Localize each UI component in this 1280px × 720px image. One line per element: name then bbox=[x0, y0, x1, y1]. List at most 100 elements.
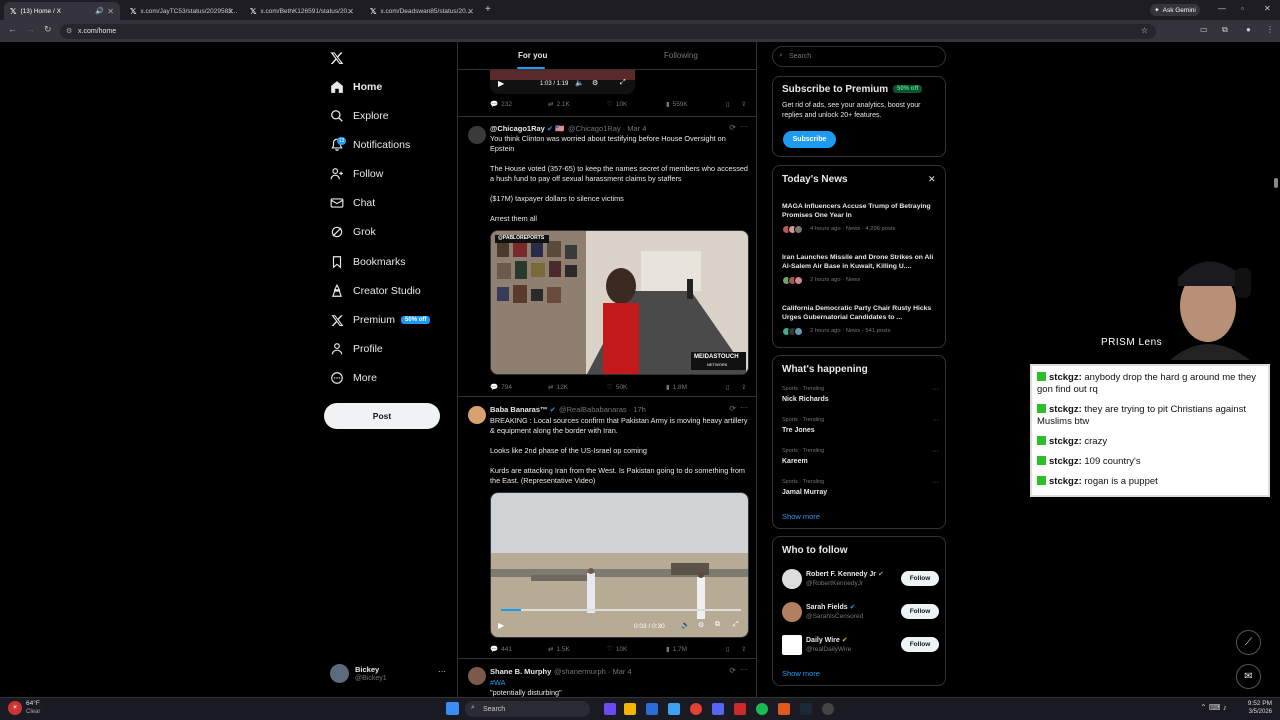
app-icon[interactable] bbox=[778, 703, 790, 715]
like-button[interactable]: ♡ 10K bbox=[607, 100, 627, 109]
subscribe-button[interactable]: Subscribe bbox=[783, 131, 836, 148]
follow-suggestion[interactable]: Daily Wire ✔ @realDailyWire Follow bbox=[773, 633, 947, 659]
discord-icon[interactable] bbox=[712, 703, 724, 715]
repost-button[interactable]: ⇄ 2.1K bbox=[548, 100, 570, 109]
play-icon[interactable]: ▶ bbox=[498, 621, 504, 630]
x-logo-icon[interactable] bbox=[330, 51, 344, 65]
video-player[interactable]: ▶ 1:03 / 1:19 🔈 ⚙ ⤢ bbox=[490, 70, 635, 94]
follow-button[interactable]: Follow bbox=[901, 637, 939, 652]
trend-item[interactable]: Sports · Trending Tre Jones ··· bbox=[773, 415, 947, 443]
views-button[interactable]: ▮ 1.8M bbox=[666, 383, 687, 392]
nav-profile[interactable]: Profile bbox=[330, 339, 383, 359]
bookmark-icon[interactable]: ▯ bbox=[726, 645, 730, 653]
chrome-icon[interactable] bbox=[690, 703, 702, 715]
window-close-icon[interactable]: ✕ bbox=[1264, 4, 1271, 13]
nav-chat[interactable]: Chat bbox=[330, 193, 375, 213]
speaker-icon[interactable]: 🔊 bbox=[95, 7, 104, 15]
tweet-author-name[interactable]: @Chicago1Ray ✔ 🇺🇸 bbox=[490, 124, 565, 133]
like-button[interactable]: ♡ 50K bbox=[607, 383, 627, 392]
reply-button[interactable]: 💬 232 bbox=[490, 100, 512, 109]
maximize-icon[interactable]: ▫ bbox=[1241, 4, 1244, 13]
steam-icon[interactable] bbox=[800, 703, 812, 715]
close-tab-icon[interactable]: ✕ bbox=[107, 7, 114, 16]
news-item[interactable]: MAGA Influencers Accuse Trump of Betrayi… bbox=[773, 200, 947, 242]
share-icon[interactable]: ⇪ bbox=[741, 383, 746, 391]
trend-item[interactable]: Sports · Trending Nick Richards ··· bbox=[773, 384, 947, 412]
follow-suggestion[interactable]: Sarah Fields ✔ @SarahIsCensored Follow bbox=[773, 600, 947, 626]
profile-icon[interactable]: ● bbox=[1246, 25, 1251, 34]
close-tab-icon[interactable]: ✕ bbox=[227, 7, 234, 16]
back-icon[interactable]: ← bbox=[8, 24, 17, 34]
messages-float-button[interactable]: ✉ bbox=[1236, 664, 1261, 689]
reload-icon[interactable]: ↻ bbox=[44, 24, 52, 35]
volume-icon[interactable]: 🔈 bbox=[575, 79, 584, 87]
close-tab-icon[interactable]: ✕ bbox=[347, 7, 354, 16]
tweet-author-name[interactable]: Shane B. Murphy bbox=[490, 667, 551, 676]
spotify-icon[interactable] bbox=[756, 703, 768, 715]
settings-icon[interactable]: ⚙ bbox=[698, 621, 704, 629]
views-button[interactable]: ▮ 1.7M bbox=[666, 645, 687, 654]
share-icon[interactable]: ⇪ bbox=[741, 645, 746, 653]
close-icon[interactable]: ✕ bbox=[928, 174, 936, 185]
avatar[interactable] bbox=[468, 126, 486, 144]
search-input[interactable]: ⌕ Search bbox=[772, 46, 946, 67]
nav-bookmarks[interactable]: Bookmarks bbox=[330, 252, 406, 272]
tab-3[interactable]: 𝕏 x.com/BethK126591/status/20... ✕ bbox=[244, 2, 360, 20]
post-button[interactable]: Post bbox=[324, 403, 440, 429]
app-icon[interactable] bbox=[668, 703, 680, 715]
fullscreen-icon[interactable]: ⤢ bbox=[733, 621, 739, 629]
nav-creator-studio[interactable]: Creator Studio bbox=[330, 281, 421, 301]
extensions-icon[interactable]: ⧉ bbox=[1222, 25, 1228, 35]
fullscreen-icon[interactable]: ⤢ bbox=[620, 79, 626, 87]
tweet-author-name[interactable]: Baba Banaras™ ✔ bbox=[490, 405, 556, 414]
obs-icon[interactable] bbox=[822, 703, 834, 715]
nav-home[interactable]: Home bbox=[330, 77, 382, 97]
tweet-babanaras[interactable]: Baba Banaras™ ✔ @RealBababanaras · 17h ⟳… bbox=[458, 397, 756, 659]
share-icon[interactable]: ⇪ bbox=[741, 100, 746, 108]
url-input[interactable]: ⚙ x.com/home ☆ bbox=[60, 24, 1156, 39]
nav-follow[interactable]: Follow bbox=[330, 164, 383, 184]
account-switcher[interactable]: Bickey @Bickey1 ··· bbox=[330, 664, 460, 688]
more-dots-icon[interactable]: ··· bbox=[740, 403, 748, 412]
follow-suggestion[interactable]: Robert F. Kennedy Jr ✔ @RobertKennedyJr … bbox=[773, 567, 947, 593]
grok-float-button[interactable]: ⟋ bbox=[1236, 630, 1261, 655]
forward-icon[interactable]: → bbox=[26, 24, 35, 34]
repost-button[interactable]: ⇄ 12K bbox=[548, 383, 568, 392]
volume-icon[interactable]: 🔈 bbox=[681, 621, 690, 629]
tab-4[interactable]: 𝕏 x.com/Deadswan85/status/20... ✕ bbox=[364, 2, 480, 20]
file-explorer-icon[interactable] bbox=[624, 703, 636, 715]
grok-icon[interactable]: ⟳ bbox=[729, 404, 736, 413]
settings-icon[interactable]: ⚙ bbox=[592, 79, 598, 87]
close-tab-icon[interactable]: ✕ bbox=[467, 7, 474, 16]
app-icon[interactable] bbox=[604, 703, 616, 715]
avatar[interactable] bbox=[468, 406, 486, 424]
hashtag-link[interactable]: #WA bbox=[490, 678, 752, 688]
tab-for-you[interactable]: For you bbox=[518, 51, 547, 60]
pip-icon[interactable]: ⧉ bbox=[715, 621, 720, 629]
show-more-link[interactable]: Show more bbox=[782, 512, 820, 521]
views-button[interactable]: ▮ 559K bbox=[666, 100, 688, 109]
tab-home[interactable]: 𝕏 (13) Home / X 🔊 ✕ bbox=[4, 2, 120, 20]
nav-premium[interactable]: Premium 50% off bbox=[330, 310, 431, 330]
news-item[interactable]: California Democratic Party Chair Rusty … bbox=[773, 302, 947, 344]
sidebar-icon[interactable]: ▭ bbox=[1200, 25, 1208, 34]
tab-2[interactable]: 𝕏 x.com/JayTC53/status/2029583... ✕ bbox=[124, 2, 240, 20]
trend-item[interactable]: Sports · Trending Kareem ··· bbox=[773, 446, 947, 474]
taskbar-search[interactable]: ⌕ Search bbox=[465, 701, 590, 717]
repost-button[interactable]: ⇄ 1.5K bbox=[548, 645, 570, 654]
play-icon[interactable]: ▶ bbox=[498, 79, 504, 88]
avatar[interactable] bbox=[468, 667, 486, 685]
more-dots-icon[interactable]: ··· bbox=[740, 122, 748, 131]
tweet-video[interactable]: ▶ 0:03 / 0:30 🔈 ⚙ ⧉ ⤢ bbox=[490, 492, 749, 638]
tweet-chicago1ray[interactable]: @Chicago1Ray ✔ 🇺🇸 @Chicago1Ray · Mar 4 ⟳… bbox=[458, 117, 756, 397]
reply-button[interactable]: 💬 794 bbox=[490, 383, 512, 392]
bookmark-icon[interactable]: ▯ bbox=[726, 383, 730, 391]
trend-item[interactable]: Sports · Trending Jamal Murray ··· bbox=[773, 477, 947, 505]
weather-icon[interactable]: ☀ bbox=[8, 701, 22, 715]
minimize-icon[interactable]: — bbox=[1218, 4, 1226, 13]
more-dots-icon[interactable]: ··· bbox=[740, 665, 748, 674]
app-icon[interactable] bbox=[734, 703, 746, 715]
grok-icon[interactable]: ⟳ bbox=[729, 123, 736, 132]
show-more-link[interactable]: Show more bbox=[782, 669, 820, 678]
nav-grok[interactable]: Grok bbox=[330, 222, 376, 242]
